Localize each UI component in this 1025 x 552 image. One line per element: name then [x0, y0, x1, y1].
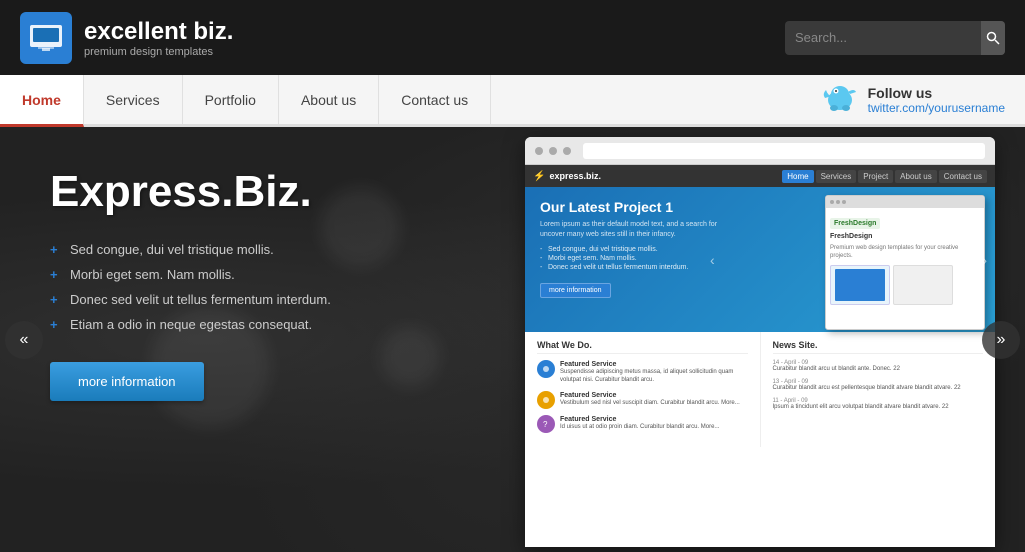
nav-item-home[interactable]: Home	[0, 75, 84, 127]
inner-browser: FreshDesign FreshDesign Premium web desi…	[825, 195, 985, 330]
service-text: Featured Service Vestibulum sed nisl vel…	[560, 391, 740, 408]
service-icon: ?	[537, 415, 555, 433]
service-title: Featured Service	[560, 360, 748, 369]
inner-hero-list: Sed congue, dui vel tristique mollis. Mo…	[540, 246, 720, 271]
inner-hero-title: Our Latest Project 1	[540, 199, 720, 215]
search-input[interactable]	[785, 21, 981, 55]
browser-dot	[549, 147, 557, 155]
inner-what-we-do-title: What We Do.	[537, 340, 748, 354]
service-title: Featured Service	[560, 391, 740, 400]
follow-text: Follow us twitter.com/yourusername	[868, 85, 1005, 115]
prev-button[interactable]: «	[5, 321, 43, 359]
browser-content: ⚡ express.biz. Home Services Project Abo…	[525, 165, 995, 547]
service-desc: Suspendisse adipiscing metus massa, id a…	[560, 369, 748, 385]
inner-nav-services: Services	[816, 170, 857, 183]
hero-list-item: Etiam a odio in neque egestas consequat.	[50, 317, 430, 332]
service-title: Featured Service	[560, 415, 719, 424]
inner-nav-project: Project	[858, 170, 893, 183]
inner-news-item: 13 - April - 09 Curabitur blandit arcu e…	[773, 379, 984, 393]
service-text: Featured Service Suspendisse adipiscing …	[560, 360, 748, 385]
inner-news-item: 14 - April - 09 Curabitur blandit arcu u…	[773, 360, 984, 374]
inner-browser-dot	[842, 200, 846, 204]
twitter-bird-icon	[820, 78, 860, 122]
next-button[interactable]: »	[982, 321, 1020, 359]
hero-left: Express.Biz. Sed congue, dui vel tristiq…	[50, 167, 430, 401]
news-text: Curabitur blandit arcu est pellentesque …	[773, 385, 984, 393]
nav-item-services[interactable]: Services	[84, 75, 183, 124]
inner-what-we-do: What We Do. Featured Service Suspendisse…	[525, 332, 761, 447]
navigation: Home Services Portfolio About us Contact…	[0, 75, 1025, 127]
inner-news: News Site. 14 - April - 09 Curabitur bla…	[761, 332, 996, 447]
inner-hero-list-item: Donec sed velit ut tellus fermentum inte…	[540, 264, 720, 271]
nav-links: Home Services Portfolio About us Contact…	[0, 75, 491, 124]
inner-prev-arrow[interactable]: ‹	[710, 252, 715, 268]
hero-title: Express.Biz.	[50, 167, 430, 217]
inner-service-item: Featured Service Vestibulum sed nisl vel…	[537, 391, 748, 409]
service-icon	[537, 391, 555, 409]
follow-area: Follow us twitter.com/yourusername	[820, 75, 1005, 124]
browser-mockup: ⚡ express.biz. Home Services Project Abo…	[525, 137, 995, 547]
inner-browser-content: FreshDesign FreshDesign Premium web desi…	[826, 208, 984, 309]
inner-nav: ⚡ express.biz. Home Services Project Abo…	[525, 165, 995, 187]
inner-browser-bar	[826, 196, 984, 208]
inner-service-item: Featured Service Suspendisse adipiscing …	[537, 360, 748, 385]
inner-browser-dot	[830, 200, 834, 204]
inner-hero-list-item: Morbi eget sem. Nam mollis.	[540, 255, 720, 262]
inner-logo-icon: ⚡	[533, 171, 545, 182]
news-text: Curabitur blandit arcu ut blandit ante. …	[773, 366, 984, 374]
browser-bar	[525, 137, 995, 165]
hero-list-item: Sed congue, dui vel tristique mollis.	[50, 242, 430, 257]
news-text: Ipsum a tincidunt elit arcu volutpat bla…	[773, 404, 984, 412]
browser-dot	[563, 147, 571, 155]
inner-hero-button[interactable]: more information	[540, 283, 611, 298]
inner-logo-area: ⚡ express.biz.	[533, 171, 601, 182]
browser-dot	[535, 147, 543, 155]
hero-right: ⚡ express.biz. Home Services Project Abo…	[525, 137, 995, 547]
header: excellent biz. premium design templates	[0, 0, 1025, 75]
inner-bottom: What We Do. Featured Service Suspendisse…	[525, 332, 995, 447]
inner-hero-text: Lorem ipsum as their default model text,…	[540, 220, 720, 240]
search-button[interactable]	[981, 21, 1005, 55]
twitter-handle[interactable]: twitter.com/yourusername	[868, 101, 1005, 115]
fresh-design-badge: FreshDesign	[830, 218, 880, 229]
inner-news-title: News Site.	[773, 340, 984, 354]
service-icon	[537, 360, 555, 378]
nav-item-portfolio[interactable]: Portfolio	[183, 75, 279, 124]
inner-next-arrow[interactable]: ›	[982, 252, 987, 268]
hero-list-item: Morbi eget sem. Nam mollis.	[50, 267, 430, 282]
service-text: Featured Service Id uisus ut at odio pro…	[560, 415, 719, 432]
more-information-button[interactable]: more information	[50, 362, 204, 401]
inner-browser-dot	[836, 200, 840, 204]
logo-subtitle: premium design templates	[84, 46, 233, 58]
inner-nav-home: Home	[782, 170, 813, 183]
logo-area: excellent biz. premium design templates	[20, 12, 233, 64]
logo-text: excellent biz. premium design templates	[84, 18, 233, 58]
inner-hero-list-item: Sed congue, dui vel tristique mollis.	[540, 246, 720, 253]
service-desc: Id uisus ut at odio proin diam. Curabitu…	[560, 424, 719, 432]
inner-hero: Our Latest Project 1 Lorem ipsum as thei…	[525, 187, 995, 332]
service-desc: Vestibulum sed nisl vel suscipit diam. C…	[560, 400, 740, 408]
logo-icon	[20, 12, 72, 64]
hero-list: Sed congue, dui vel tristique mollis. Mo…	[50, 242, 430, 332]
main-content: Express.Biz. Sed congue, dui vel tristiq…	[0, 127, 1025, 552]
hero-list-item: Donec sed velit ut tellus fermentum inte…	[50, 292, 430, 307]
inner-service-item: ? Featured Service Id uisus ut at odio p…	[537, 415, 748, 433]
browser-url-bar	[583, 143, 985, 159]
nav-item-contact[interactable]: Contact us	[379, 75, 491, 124]
search-box	[785, 21, 1005, 55]
inner-browser-text: FreshDesign Premium web design templates…	[830, 232, 980, 305]
inner-nav-contact: Contact us	[939, 170, 987, 183]
inner-logo-text: express.biz.	[549, 171, 601, 181]
logo-title: excellent biz.	[84, 18, 233, 46]
svg-text:?: ?	[543, 420, 548, 429]
follow-label: Follow us	[868, 85, 1005, 101]
inner-nav-about: About us	[895, 170, 937, 183]
inner-news-item: 11 - April - 09 Ipsum a tincidunt elit a…	[773, 398, 984, 412]
nav-item-about[interactable]: About us	[279, 75, 379, 124]
